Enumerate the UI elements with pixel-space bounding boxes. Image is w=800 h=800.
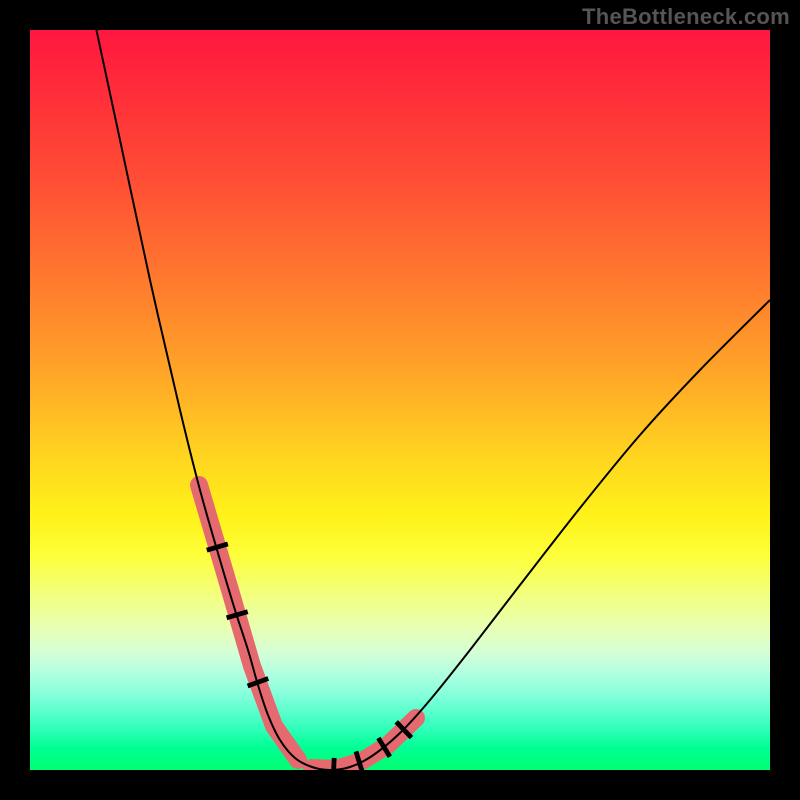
bottleneck-curve [90, 30, 770, 770]
watermark-text: TheBottleneck.com [582, 4, 790, 30]
chart-frame: TheBottleneck.com [0, 0, 800, 800]
red-band-left [199, 485, 298, 760]
band-pinch-group [206, 542, 413, 770]
red-band-group [199, 485, 416, 769]
band-pinch [331, 758, 337, 770]
curves-svg [30, 30, 770, 770]
plot-area [30, 30, 770, 770]
